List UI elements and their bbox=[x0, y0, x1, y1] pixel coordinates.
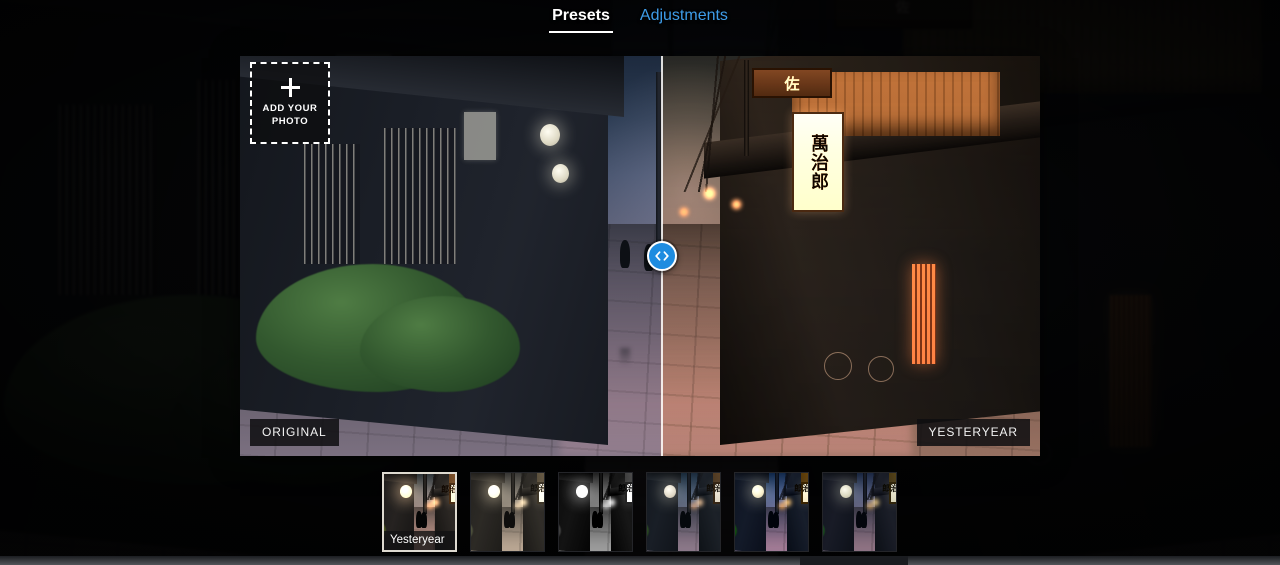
preset-thumbnail-strip: 萬治郎 Yesteryear 萬治郎 萬治郎 萬治郎 bbox=[382, 468, 897, 552]
preset-thumbnail-mono[interactable]: 萬治郎 bbox=[558, 472, 633, 552]
preset-thumbnail-cool[interactable]: 萬治郎 bbox=[646, 472, 721, 552]
plus-icon bbox=[280, 78, 300, 97]
preset-thumbnail-image: 萬治郎 bbox=[823, 473, 896, 551]
preset-thumbnail-image: 萬治郎 bbox=[471, 473, 544, 551]
compare-divider[interactable] bbox=[646, 56, 677, 456]
preset-label: YESTERYEAR bbox=[916, 419, 1030, 446]
preset-thumbnail-image: 萬治郎 bbox=[647, 473, 720, 551]
tab-adjustments[interactable]: Adjustments bbox=[636, 4, 732, 35]
scene-artwork: 萬治郎 bbox=[823, 473, 896, 551]
add-your-photo-button[interactable]: ADD YOUR PHOTO bbox=[250, 62, 330, 144]
scene-artwork: 萬治郎 bbox=[647, 473, 720, 551]
page-edge bbox=[0, 557, 1280, 565]
photo-editor-app: 佐 萬治郎 Presets Adjustments bbox=[0, 0, 1280, 565]
scene-artwork: 萬治郎 bbox=[559, 473, 632, 551]
preset-thumbnail-label: Yesteryear bbox=[384, 531, 455, 550]
preset-thumbnail-yesteryear[interactable]: 萬治郎 Yesteryear bbox=[382, 472, 457, 552]
compare-slider-handle[interactable] bbox=[646, 241, 677, 271]
left-right-chevrons-icon bbox=[654, 250, 670, 262]
scene-artwork: 萬治郎 bbox=[471, 473, 544, 551]
tab-bar: Presets Adjustments bbox=[0, 0, 1280, 38]
before-after-compare-viewer[interactable]: 佐 萬治郎 ORIGINAL YESTERYEAR bbox=[240, 56, 1040, 456]
preset-thumbnail-vintage[interactable]: 萬治郎 bbox=[470, 472, 545, 552]
original-label: ORIGINAL bbox=[250, 419, 339, 446]
add-photo-label: ADD YOUR PHOTO bbox=[263, 102, 318, 128]
preset-thumbnail-vivid[interactable]: 萬治郎 bbox=[734, 472, 809, 552]
preset-thumbnail-dusk[interactable]: 萬治郎 bbox=[822, 472, 897, 552]
add-photo-label-line1: ADD YOUR bbox=[262, 103, 318, 114]
preset-thumbnail-image: 萬治郎 bbox=[735, 473, 808, 551]
add-photo-label-line2: PHOTO bbox=[271, 116, 309, 127]
preset-thumbnail-image: 萬治郎 bbox=[559, 473, 632, 551]
tab-presets[interactable]: Presets bbox=[548, 4, 614, 35]
scene-artwork: 萬治郎 bbox=[735, 473, 808, 551]
